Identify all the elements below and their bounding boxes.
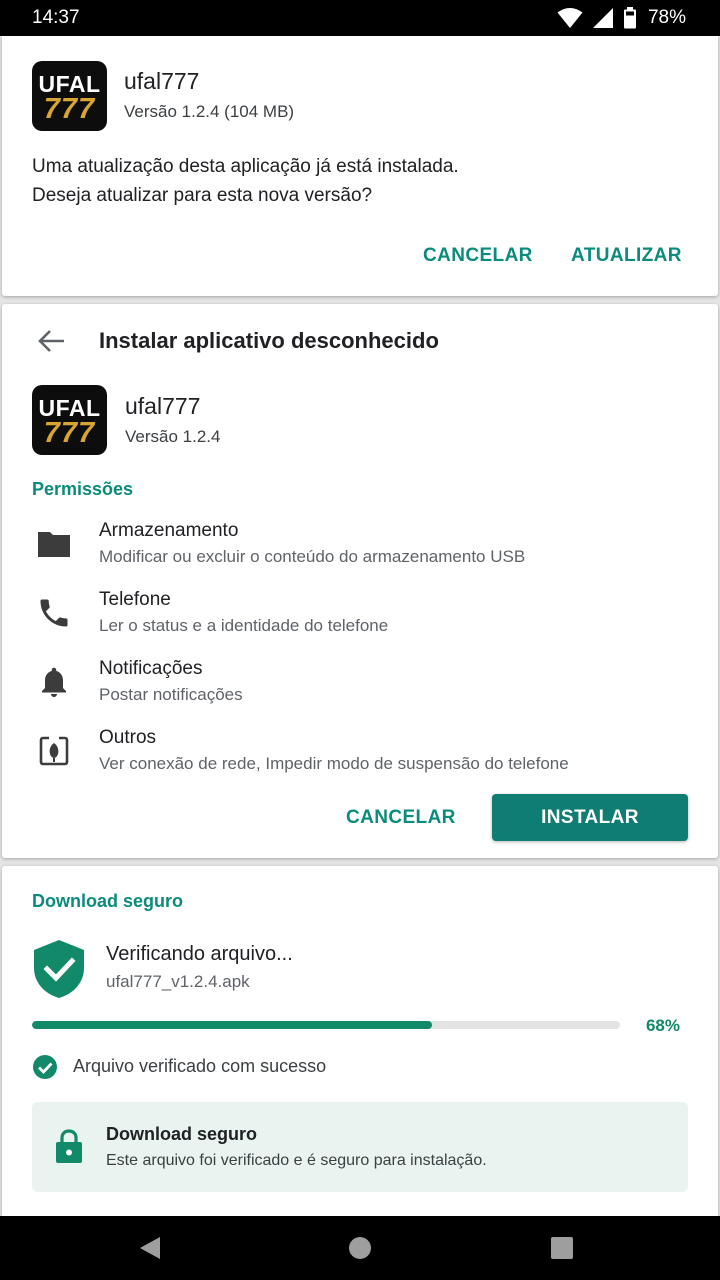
install-button[interactable]: INSTALAR bbox=[492, 794, 688, 841]
battery-level: 78% bbox=[647, 7, 686, 28]
status-time: 14:37 bbox=[32, 7, 80, 28]
file-name: ufal777_v1.2.4.apk bbox=[106, 972, 250, 991]
recents-nav-icon[interactable] bbox=[548, 1234, 576, 1262]
permission-desc: Ler o status e a identidade do telefone bbox=[99, 616, 389, 635]
install-dialog: Instalar aplicativo desconhecido UFAL 77… bbox=[2, 304, 718, 858]
app-icon-text-bottom: 777 bbox=[43, 417, 96, 449]
status-bar: 14:37 78% bbox=[0, 0, 720, 36]
verify-title: Verificando arquivo... bbox=[106, 943, 293, 965]
permission-title: Armazenamento bbox=[99, 520, 239, 541]
app-version: Versão 1.2.4 (104 MB) bbox=[124, 102, 295, 121]
permission-item-other: Outros Ver conexão de rede, Impedir modo… bbox=[2, 727, 718, 787]
update-message-line1: Uma atualização desta aplicação já está … bbox=[32, 156, 459, 177]
app-name: ufal777 bbox=[124, 68, 200, 94]
check-circle-icon bbox=[33, 1055, 57, 1079]
progress-percent: 68% bbox=[645, 1016, 680, 1035]
secure-info-box: Download seguro Este arquivo foi verific… bbox=[32, 1102, 688, 1192]
update-message-line2: Deseja atualizar para esta nova versão? bbox=[32, 185, 373, 206]
download-section-label: Download seguro bbox=[32, 891, 184, 911]
lock-icon bbox=[56, 1129, 82, 1163]
shield-check-icon bbox=[34, 940, 84, 998]
cancel-button[interactable]: CANCELAR bbox=[346, 807, 456, 829]
home-nav-icon[interactable] bbox=[346, 1234, 374, 1262]
permission-item-storage: Armazenamento Modificar ou excluir o con… bbox=[2, 520, 718, 580]
permissions-label: Permissões bbox=[32, 479, 134, 499]
permission-desc: Modificar ou excluir o conteúdo do armaz… bbox=[99, 547, 526, 566]
permission-item-phone: Telefone Ler o status e a identidade do … bbox=[2, 589, 718, 649]
other-icon bbox=[39, 735, 69, 766]
navigation-bar bbox=[0, 1216, 720, 1280]
verified-text: Arquivo verificado com sucesso bbox=[73, 1056, 327, 1076]
dialog-title: Instalar aplicativo desconhecido bbox=[99, 328, 439, 353]
app-icon: UFAL 777 bbox=[32, 61, 107, 131]
bell-icon bbox=[42, 667, 66, 697]
phone-icon bbox=[40, 599, 68, 627]
progress-bar bbox=[32, 1021, 620, 1029]
app-icon: UFAL 777 bbox=[32, 385, 107, 455]
back-nav-icon[interactable] bbox=[136, 1234, 164, 1262]
update-button[interactable]: ATUALIZAR bbox=[571, 245, 682, 267]
update-message: Uma atualização desta aplicação já está … bbox=[32, 152, 459, 210]
app-name: ufal777 bbox=[125, 393, 201, 419]
permission-desc: Ver conexão de rede, Impedir modo de sus… bbox=[99, 754, 569, 773]
secure-title: Download seguro bbox=[106, 1124, 258, 1144]
back-arrow-icon[interactable] bbox=[36, 328, 66, 354]
status-icons: 78% bbox=[557, 5, 686, 31]
app-version: Versão 1.2.4 bbox=[125, 427, 221, 446]
permission-title: Outros bbox=[99, 727, 157, 748]
permission-item-notifications: Notificações Postar notificações bbox=[2, 658, 718, 718]
battery-icon bbox=[623, 7, 636, 29]
update-dialog: UFAL 777 ufal777 Versão 1.2.4 (104 MB) U… bbox=[2, 36, 718, 296]
cancel-button[interactable]: CANCELAR bbox=[423, 245, 533, 267]
download-card: Download seguro Verificando arquivo... u… bbox=[2, 866, 718, 1216]
folder-icon bbox=[38, 532, 70, 557]
permission-desc: Postar notificações bbox=[99, 685, 243, 704]
app-icon-text-bottom: 777 bbox=[43, 93, 96, 125]
wifi-icon bbox=[557, 8, 583, 28]
progress-fill bbox=[32, 1021, 432, 1029]
permission-title: Telefone bbox=[99, 589, 171, 610]
signal-icon bbox=[592, 8, 613, 28]
secure-description: Este arquivo foi verificado e é seguro p… bbox=[106, 1152, 487, 1169]
permission-title: Notificações bbox=[99, 658, 203, 679]
